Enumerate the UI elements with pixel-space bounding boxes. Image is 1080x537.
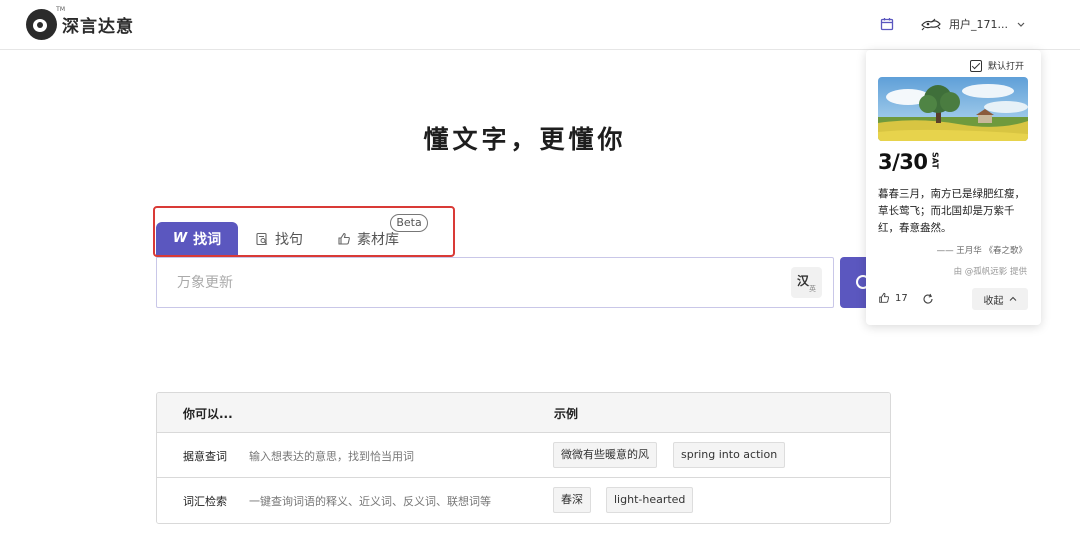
lang-primary: 汉 bbox=[797, 274, 810, 288]
example-chip[interactable]: light-hearted bbox=[606, 487, 694, 513]
collapse-label: 收起 bbox=[983, 295, 1004, 307]
row-title: 词汇检索 bbox=[183, 495, 227, 508]
quote-credit: 由 @孤帆远影 提供 bbox=[953, 267, 1027, 277]
table-row: 词汇检索 一键查询词语的释义、近义词、反义词、联想词等 春深 light-hea… bbox=[157, 478, 890, 523]
date-display: 3/30 SAT bbox=[878, 150, 940, 174]
refresh-icon[interactable] bbox=[922, 293, 934, 305]
chevron-up-icon bbox=[1009, 296, 1016, 301]
calendar-icon[interactable] bbox=[879, 16, 895, 32]
like-button[interactable]: 17 bbox=[878, 292, 908, 304]
logo-trademark: TM bbox=[56, 6, 65, 13]
example-chip[interactable]: spring into action bbox=[673, 442, 786, 468]
user-menu[interactable]: 用户_171... bbox=[920, 14, 1026, 34]
table-header: 你可以... 示例 bbox=[157, 393, 890, 433]
quote-source: —— 王月华 《春之歌》 bbox=[936, 246, 1027, 256]
highlight-annotation-box bbox=[153, 206, 455, 257]
row-description: 输入想表达的意思，找到恰当用词 bbox=[249, 450, 414, 463]
collapse-button[interactable]: 收起 bbox=[972, 288, 1028, 310]
example-chip[interactable]: 微微有些暖意的风 bbox=[553, 442, 657, 468]
daily-quote-card: 默认打开 3/30 SAT 暮春三月，南方已是绿肥红瘦，草长莺飞；而北国却是万紫… bbox=[866, 50, 1041, 325]
top-header: TM 深言达意 用户_171... bbox=[0, 0, 1080, 50]
lang-secondary: 英 bbox=[809, 285, 816, 293]
weekday: SAT bbox=[930, 152, 940, 169]
logo-mark-icon: TM bbox=[26, 6, 65, 40]
user-avatar-icon bbox=[921, 18, 941, 31]
column-header-capability: 你可以... bbox=[183, 407, 233, 421]
daily-illustration-image bbox=[878, 77, 1028, 141]
usage-guide-table: 你可以... 示例 据意查词 输入想表达的意思，找到恰当用词 微微有些暖意的风 … bbox=[156, 392, 891, 524]
auto-open-label: 默认打开 bbox=[988, 62, 1025, 72]
search-box: 汉 英 bbox=[156, 257, 834, 308]
auto-open-toggle[interactable]: 默认打开 bbox=[970, 59, 1024, 72]
daily-quote-text: 暮春三月，南方已是绿肥红瘦，草长莺飞；而北国却是万紫千红，春意盎然。 bbox=[878, 188, 1025, 234]
table-row: 据意查词 输入想表达的意思，找到恰当用词 微微有些暖意的风 spring int… bbox=[157, 433, 890, 478]
example-chip[interactable]: 春深 bbox=[553, 487, 591, 513]
row-description: 一键查询词语的释义、近义词、反义词、联想词等 bbox=[249, 495, 491, 508]
thumbs-up-icon bbox=[879, 292, 890, 303]
like-count: 17 bbox=[895, 292, 908, 304]
language-toggle-button[interactable]: 汉 英 bbox=[791, 267, 822, 298]
user-name: 用户_171... bbox=[949, 18, 1008, 31]
auto-open-checkbox[interactable] bbox=[970, 59, 982, 72]
date-number: 3/30 bbox=[878, 150, 928, 174]
logo[interactable]: TM 深言达意 bbox=[26, 6, 134, 40]
search-input[interactable] bbox=[177, 270, 777, 296]
row-title: 据意查词 bbox=[183, 450, 227, 463]
chevron-down-icon[interactable] bbox=[1016, 19, 1026, 29]
column-header-examples: 示例 bbox=[554, 407, 579, 421]
logo-text: 深言达意 bbox=[62, 17, 134, 37]
